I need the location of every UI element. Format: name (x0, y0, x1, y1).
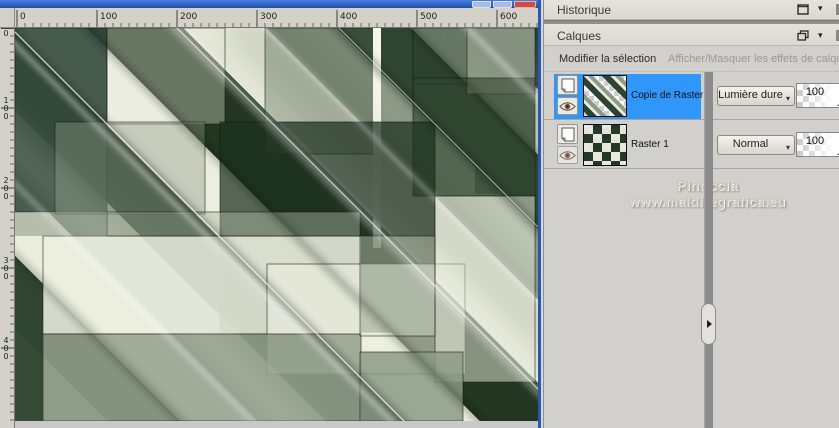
close-button[interactable] (514, 1, 536, 8)
image-canvas[interactable] (15, 28, 538, 428)
layer-row-raster-1[interactable]: Raster 1 Normal 100 (544, 123, 839, 169)
svg-text:0: 0 (20, 12, 26, 22)
svg-text:500: 500 (420, 12, 437, 22)
ruler-corner (0, 8, 15, 28)
layers-list: Copie de Raster 1 Lumière dure 100 (544, 72, 839, 428)
layer-row-copie-de-raster-1[interactable]: Copie de Raster 1 Lumière dure 100 (544, 74, 839, 120)
layer-thumbnail[interactable] (583, 124, 627, 166)
layer-name: Copie de Raster 1 (631, 90, 712, 101)
history-menu-caret-icon[interactable] (818, 3, 826, 15)
history-title: Historique (557, 3, 612, 17)
svg-text:0: 0 (4, 352, 9, 361)
opacity-field[interactable]: 100 (796, 83, 839, 108)
eye-icon (559, 150, 576, 160)
layers-menu-caret-icon[interactable] (818, 30, 826, 42)
layer-name: Raster 1 (631, 139, 669, 150)
layers-palette-header[interactable]: Calques (544, 24, 839, 46)
watermark-line2: www.maldiregrafica.eu (567, 193, 839, 210)
maximize-button[interactable] (493, 1, 512, 8)
opacity-field[interactable]: 100 (796, 132, 839, 157)
svg-text:100: 100 (100, 12, 117, 22)
eye-icon (559, 101, 576, 111)
palette-dock-icon[interactable] (797, 4, 809, 15)
history-palette-header[interactable]: Historique (544, 0, 839, 20)
raster-layer-page-icon (560, 127, 574, 142)
watermark: Pinuccia www.maldiregrafica.eu (567, 177, 839, 210)
blend-mode-dropdown[interactable]: Normal (717, 135, 795, 156)
splitter-handle[interactable] (701, 303, 716, 345)
horizontal-ruler: 0 100 200 300 400 500 600 (15, 8, 538, 28)
layers-title: Calques (557, 29, 602, 43)
layer-type-button[interactable] (557, 75, 578, 95)
layer-visibility-button[interactable] (557, 97, 578, 115)
layer-row-left: Raster 1 (554, 123, 701, 168)
vertical-ruler: 0100200300400 (0, 28, 15, 428)
layers-toolbar: Modifier la sélection Afficher/Masquer l… (544, 46, 839, 72)
opacity-value: 100 (805, 86, 825, 98)
image-document-window: 0 100 200 300 400 500 600 0 100 200 300 400 (0, 0, 541, 428)
modify-selection-link[interactable]: Modifier la sélection (559, 53, 656, 65)
palette-cascade-icon[interactable] (797, 30, 809, 41)
svg-text:300: 300 (260, 12, 277, 22)
svg-text:0: 0 (4, 112, 9, 121)
svg-text:600: 600 (500, 12, 517, 22)
layer-row-left: Copie de Raster 1 (554, 74, 712, 119)
image-window-titlebar[interactable] (0, 0, 538, 8)
show-hide-layer-effects-link[interactable]: Afficher/Masquer les effets de calqu (668, 53, 839, 65)
palettes-panel: Historique Calques Modifier la sélection… (543, 0, 839, 428)
opacity-value: 100 (805, 135, 825, 147)
svg-text:400: 400 (340, 12, 357, 22)
svg-text:0: 0 (4, 29, 9, 38)
layer-thumbnail[interactable] (583, 75, 627, 117)
panel-splitter[interactable] (704, 72, 713, 428)
minimize-button[interactable] (472, 1, 491, 8)
svg-text:0: 0 (4, 272, 9, 281)
svg-text:0: 0 (4, 192, 9, 201)
layer-type-button[interactable] (557, 124, 578, 144)
watermark-line1: Pinuccia (567, 177, 839, 193)
layer-visibility-button[interactable] (557, 146, 578, 164)
svg-text:200: 200 (180, 12, 197, 22)
raster-layer-page-icon (560, 78, 574, 93)
blend-mode-dropdown[interactable]: Lumière dure (717, 86, 795, 107)
window-controls (472, 1, 536, 8)
